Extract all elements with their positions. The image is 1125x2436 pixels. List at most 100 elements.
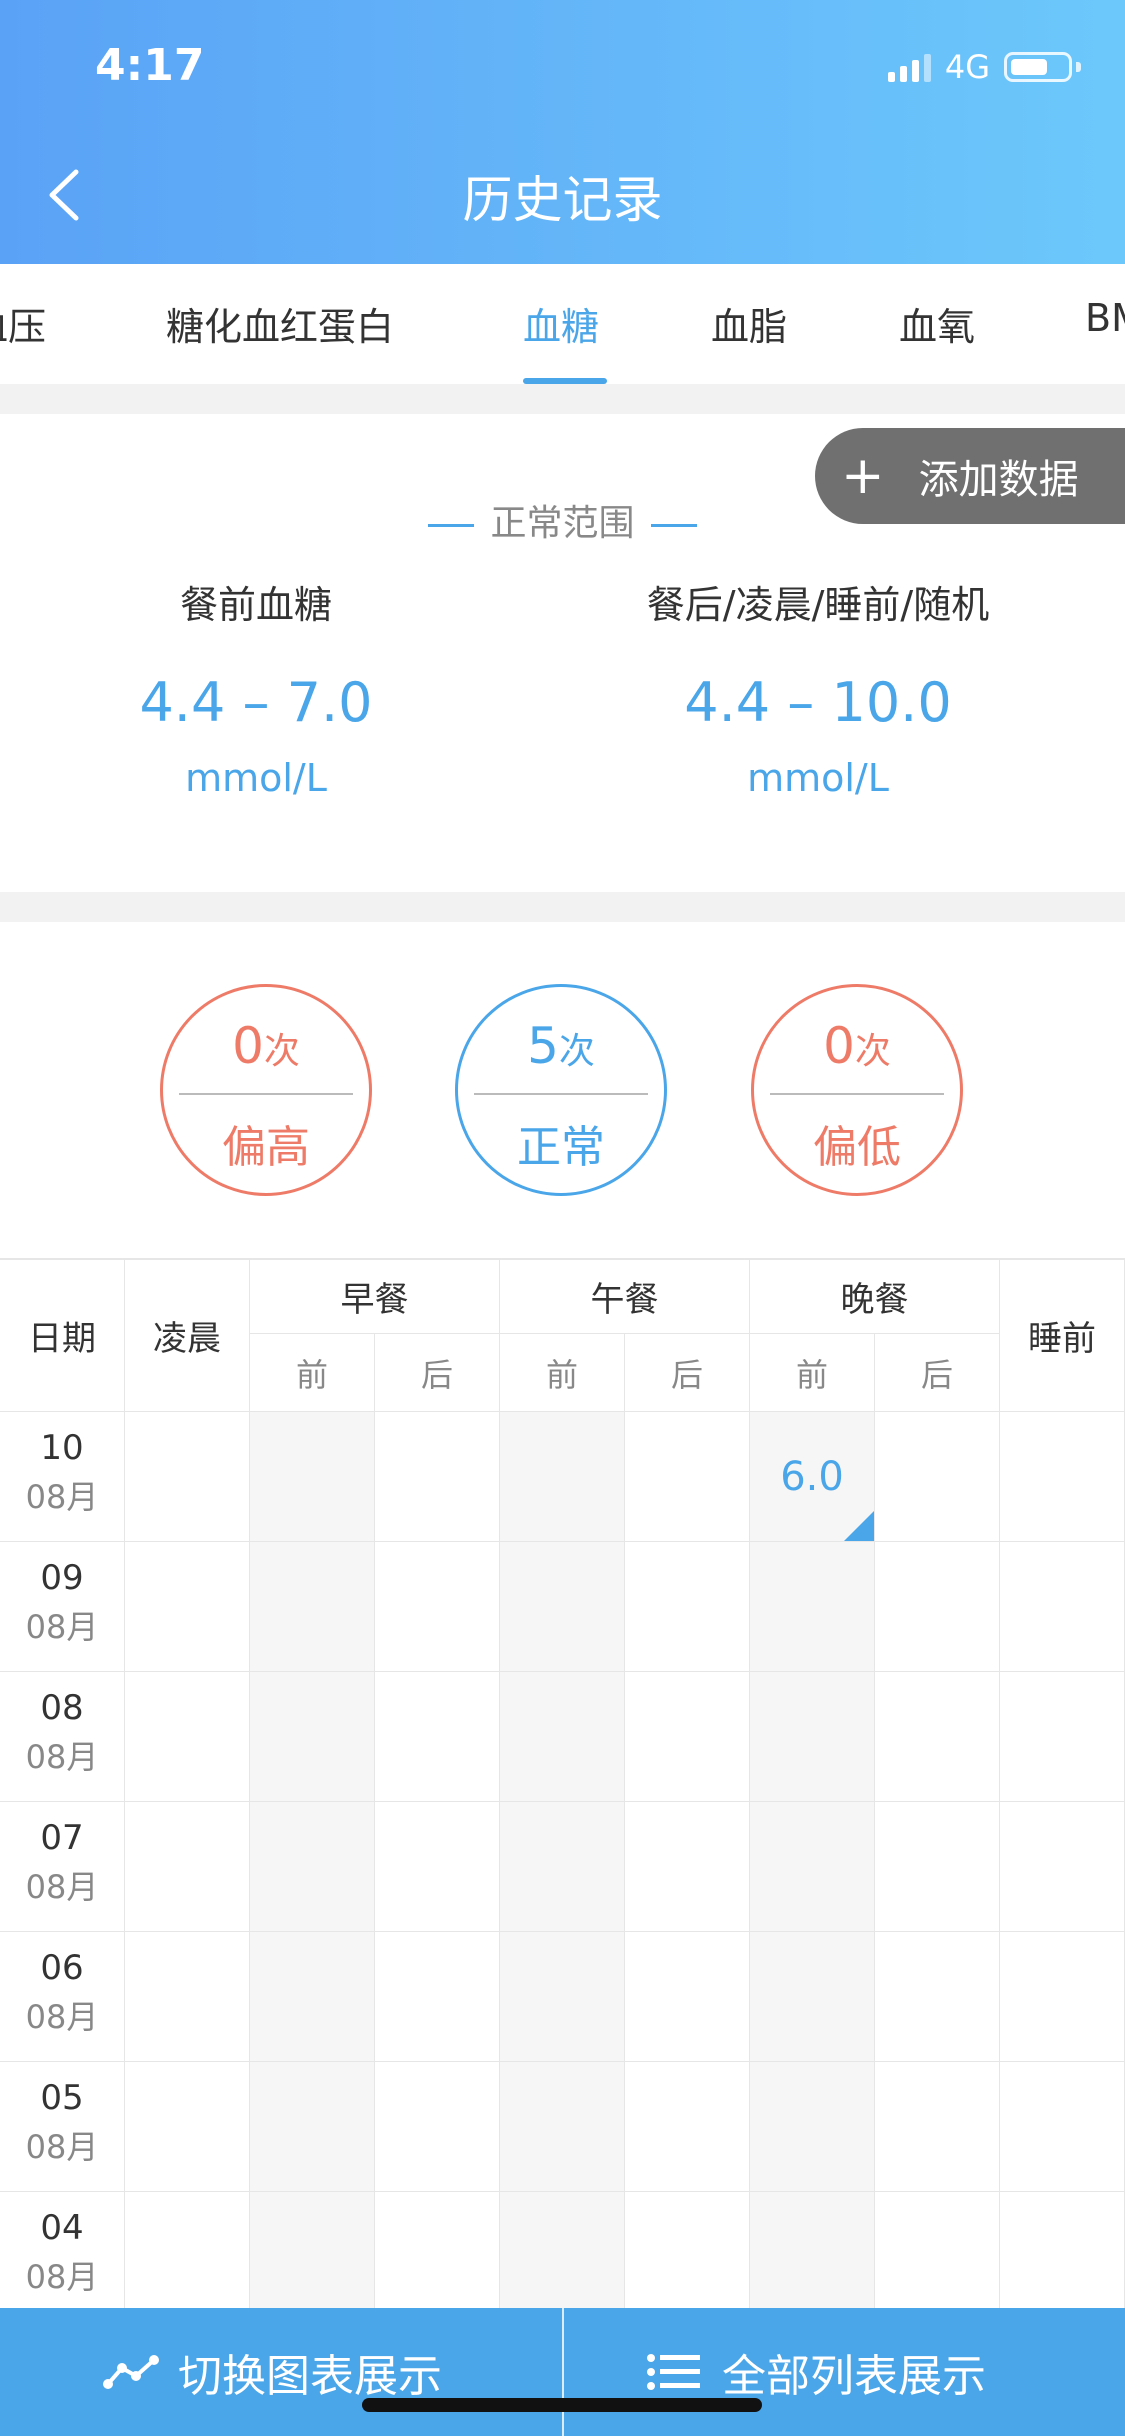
reading-cell[interactable] [875, 2192, 1000, 2310]
row-day: 04 [40, 2208, 84, 2248]
reading-cell[interactable] [625, 1672, 750, 1802]
chart-view-button[interactable]: 切换图表展示 [102, 2308, 442, 2436]
reading-cell[interactable] [875, 1672, 1000, 1802]
header-breakfast: 早餐 [250, 1260, 500, 1334]
reading-cell[interactable] [1000, 2062, 1125, 2192]
reading-cell[interactable] [1000, 1672, 1125, 1802]
list-view-button[interactable]: 全部列表展示 [646, 2308, 986, 2436]
row-date: 07 08月 [0, 1802, 125, 1932]
reading-cell[interactable] [500, 2192, 625, 2310]
bottom-action-bar: 切换图表展示 全部列表展示 [0, 2308, 1125, 2436]
reading-cell[interactable] [375, 1932, 500, 2062]
reading-cell[interactable] [750, 2062, 875, 2192]
reading-cell[interactable] [1000, 2192, 1125, 2310]
list-icon [647, 2354, 700, 2390]
reading-cell[interactable] [1000, 1932, 1125, 2062]
reading-cell[interactable] [375, 1542, 500, 1672]
reading-cell[interactable] [625, 2192, 750, 2310]
count-summary: 0次 偏高 5次 正常 0次 偏低 [0, 922, 1125, 1260]
reading-cell[interactable] [500, 1802, 625, 1932]
row-day: 07 [40, 1818, 84, 1858]
network-type: 4G [944, 48, 990, 86]
reading-cell[interactable] [1000, 1542, 1125, 1672]
reading-cell[interactable]: 6.0 [750, 1412, 875, 1542]
row-month: 08月 [25, 1478, 99, 1516]
row-month: 08月 [25, 1608, 99, 1646]
high-count-circle[interactable]: 0次 偏高 [160, 984, 372, 1196]
header-lunch-after: 后 [625, 1334, 750, 1412]
reading-cell[interactable] [250, 2192, 375, 2310]
header-lunch-before: 前 [500, 1334, 625, 1412]
reading-cell[interactable] [375, 2062, 500, 2192]
reading-cell[interactable] [250, 1672, 375, 1802]
pre-meal-value: 4.4 – 7.0 [139, 671, 373, 734]
tab-blood-lipid[interactable]: 血脂 [711, 296, 787, 351]
header-date: 日期 [0, 1260, 125, 1412]
high-count: 0 [232, 1017, 264, 1075]
header-dinner-after: 后 [875, 1334, 1000, 1412]
tab-blood-glucose[interactable]: 血糖 [523, 296, 599, 351]
reading-cell[interactable] [250, 1412, 375, 1542]
normal-count-circle[interactable]: 5次 正常 [455, 984, 667, 1196]
reading-cell[interactable] [375, 1412, 500, 1542]
tab-blood-pressure[interactable]: 血压 [0, 296, 46, 351]
reading-cell[interactable] [750, 1802, 875, 1932]
reading-cell[interactable] [500, 1672, 625, 1802]
header-breakfast-after: 后 [375, 1334, 500, 1412]
reading-cell[interactable] [125, 2062, 250, 2192]
row-month: 08月 [25, 1998, 99, 2036]
tab-hba1c[interactable]: 糖化血红蛋白 [166, 296, 394, 351]
reading-cell[interactable] [375, 1802, 500, 1932]
pre-meal-label: 餐前血糖 [179, 583, 332, 627]
reading-cell[interactable] [125, 2192, 250, 2310]
normal-count: 5 [527, 1017, 559, 1075]
reading-cell[interactable] [500, 1932, 625, 2062]
reading-cell[interactable] [250, 1802, 375, 1932]
reading-cell[interactable] [375, 1672, 500, 1802]
line-chart-icon [103, 2355, 159, 2389]
reading-cell[interactable] [125, 1802, 250, 1932]
reading-cell[interactable] [250, 1932, 375, 2062]
row-month: 08月 [25, 2258, 99, 2296]
row-date: 05 08月 [0, 2062, 125, 2192]
low-count-circle[interactable]: 0次 偏低 [751, 984, 963, 1196]
reading-cell[interactable] [625, 1542, 750, 1672]
post-meal-unit: mmol/L [747, 756, 889, 800]
header-lunch: 午餐 [500, 1260, 750, 1334]
reading-cell[interactable] [250, 2062, 375, 2192]
reading-cell[interactable] [125, 1932, 250, 2062]
reading-cell[interactable] [625, 1412, 750, 1542]
reading-cell[interactable] [625, 1802, 750, 1932]
reading-cell[interactable] [875, 1802, 1000, 1932]
reading-cell[interactable] [125, 1412, 250, 1542]
reading-cell[interactable] [625, 2062, 750, 2192]
reading-cell[interactable] [875, 1542, 1000, 1672]
reading-cell[interactable] [750, 1542, 875, 1672]
reading-cell[interactable] [500, 1412, 625, 1542]
reading-cell[interactable] [1000, 1412, 1125, 1542]
active-tab-indicator [523, 378, 607, 384]
reading-cell[interactable] [500, 2062, 625, 2192]
reading-cell[interactable] [875, 1932, 1000, 2062]
row-date: 10 08月 [0, 1412, 125, 1542]
tab-blood-oxygen[interactable]: 血氧 [899, 296, 975, 351]
row-month: 08月 [25, 2128, 99, 2166]
reading-cell[interactable] [875, 2062, 1000, 2192]
reading-cell[interactable] [750, 1672, 875, 1802]
list-view-label: 全部列表展示 [722, 2351, 986, 2402]
row-day: 08 [40, 1688, 84, 1728]
reading-cell[interactable] [625, 1932, 750, 2062]
reading-cell[interactable] [125, 1542, 250, 1672]
reading-cell[interactable] [125, 1672, 250, 1802]
reading-cell[interactable] [250, 1542, 375, 1672]
reading-cell[interactable] [750, 2192, 875, 2310]
reading-cell[interactable] [1000, 1802, 1125, 1932]
reading-cell[interactable] [500, 1542, 625, 1672]
reading-cell[interactable] [750, 1932, 875, 2062]
reading-cell[interactable] [875, 1412, 1000, 1542]
header-dinner: 晚餐 [750, 1260, 1000, 1334]
tab-bmi[interactable]: BMI [1085, 296, 1125, 340]
reading-cell[interactable] [375, 2192, 500, 2310]
status-indicators: 4G [887, 48, 1081, 86]
header-early-morning: 凌晨 [125, 1260, 250, 1412]
